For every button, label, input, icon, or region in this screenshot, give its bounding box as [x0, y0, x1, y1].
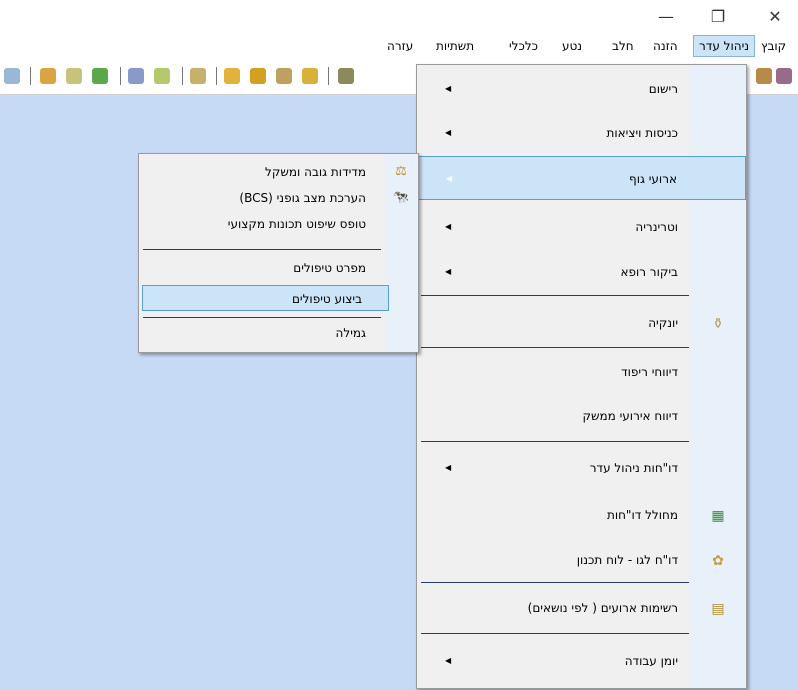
toolbar-separator	[216, 67, 217, 85]
menu-separator	[421, 295, 689, 296]
submenu-arrow-icon: ◀	[445, 84, 452, 93]
minimize-icon: —	[658, 7, 674, 26]
menu-item-label: דו"ח לגו - לוח תכנון	[576, 553, 678, 567]
building-icon[interactable]	[338, 68, 354, 84]
menu-feeding[interactable]: הזנה	[648, 36, 683, 56]
user-search-icon[interactable]	[250, 68, 266, 84]
molecule-icon[interactable]	[92, 68, 108, 84]
menu-item-label: ארועי גוף	[629, 172, 677, 186]
submenu-item-weaning[interactable]: גמילה	[139, 320, 418, 346]
menu-item-registration[interactable]: רישום ◀	[417, 67, 746, 111]
dog-icon[interactable]	[756, 68, 772, 84]
event-lists-icon: ▤	[711, 601, 725, 617]
menu-item-doctor-visit[interactable]: ביקור רופא ◀	[417, 250, 746, 294]
submenu-item-bcs[interactable]: הערכת מצב גופני (BCS) 🐄	[139, 185, 418, 211]
submenu-arrow-icon: ◀	[445, 656, 452, 665]
grid-icon[interactable]	[128, 68, 144, 84]
menu-item-bedding-reports[interactable]: דיווחי ריפוד	[417, 350, 746, 394]
toolbar-separator	[30, 67, 31, 85]
menu-item-label: מחולל דו"חות	[606, 508, 678, 522]
menu-separator	[421, 633, 689, 634]
restore-icon: ❐	[710, 7, 726, 26]
menu-item-label: ביקור רופא	[620, 265, 678, 279]
submenu-item-label: גמילה	[335, 326, 366, 340]
menu-herd-management[interactable]: ניהול עדר	[693, 35, 756, 57]
menu-plantation[interactable]: נטע	[557, 36, 587, 56]
menu-item-report-generator[interactable]: מחולל דו"חות ▦	[417, 493, 746, 537]
cow-icon: 🐄	[392, 190, 409, 205]
close-icon: ✕	[768, 7, 782, 26]
cow-face-icon[interactable]	[776, 68, 792, 84]
wheat-icon[interactable]	[302, 68, 318, 84]
menu-item-management-events-report[interactable]: דיווח אירועי ממשק	[417, 394, 746, 438]
menu-separator	[421, 347, 689, 348]
chart-grid-icon[interactable]	[154, 68, 170, 84]
wheat-chart-icon[interactable]	[190, 68, 206, 84]
menu-item-veterinary[interactable]: וטרינריה ◀	[417, 205, 746, 249]
toolbar-separator	[182, 67, 183, 85]
menu-item-label: רשימות ארועים ( לפי נושאים)	[527, 601, 678, 615]
menu-item-label: יונקיה	[648, 316, 678, 330]
scale-icon: ⚖	[395, 164, 407, 179]
tools-icon[interactable]	[40, 68, 56, 84]
submenu-item-perform-treatments[interactable]: ביצוע טיפולים	[142, 285, 389, 311]
menu-item-label: דיווח אירועי ממשק	[582, 409, 678, 423]
notepad-icon[interactable]	[66, 68, 82, 84]
menu-item-lego-planning[interactable]: דו"ח לגו - לוח תכנון ✿	[417, 538, 746, 582]
submenu-separator	[143, 317, 381, 318]
menu-item-entries-exits[interactable]: כניסות ויציאות ◀	[417, 111, 746, 155]
menu-item-body-events[interactable]: ארועי גוף ◀	[417, 156, 746, 200]
menu-item-label: וטרינריה	[635, 220, 678, 234]
submenu-arrow-icon: ◀	[445, 128, 452, 137]
submenu-item-judging-form[interactable]: טופס שיפוט תכונות מקצועי	[139, 211, 418, 237]
menu-file[interactable]: קובץ	[756, 36, 791, 56]
submenu-item-label: הערכת מצב גופני (BCS)	[239, 191, 366, 205]
submenu-item-label: מדידות גובה ומשקל	[265, 165, 366, 179]
submenu-arrow-icon: ◀	[446, 174, 453, 183]
submenu-item-treatment-spec[interactable]: מפרט טיפולים	[139, 255, 418, 281]
menu-separator	[421, 582, 689, 583]
herd-management-menu: רישום ◀ כניסות ויציאות ◀ ארועי גוף ◀ וטר…	[416, 64, 747, 689]
report-generator-icon: ▦	[711, 508, 725, 524]
menu-item-label: כניסות ויציאות	[606, 126, 678, 140]
menu-item-label: רישום	[648, 82, 678, 96]
menu-item-label: יומן עבודה	[624, 654, 678, 668]
menu-item-label: דו"חות ניהול עדר	[589, 461, 678, 475]
submenu-item-label: טופס שיפוט תכונות מקצועי	[227, 217, 366, 231]
restore-button[interactable]: ❐	[703, 6, 733, 28]
menu-help[interactable]: עזרה	[382, 36, 418, 56]
menu-item-herd-reports[interactable]: דו"חות ניהול עדר ◀	[417, 446, 746, 490]
layers-icon[interactable]	[224, 68, 240, 84]
jar-icon[interactable]	[276, 68, 292, 84]
submenu-arrow-icon: ◀	[445, 463, 452, 472]
submenu-item-label: ביצוע טיפולים	[291, 292, 362, 306]
toolbar-separator	[120, 67, 121, 85]
toolbar-separator	[328, 67, 329, 85]
body-events-submenu: מדידות גובה ומשקל ⚖ הערכת מצב גופני (BCS…	[138, 153, 419, 353]
submenu-arrow-icon: ◀	[445, 222, 452, 231]
close-button[interactable]: ✕	[760, 6, 790, 28]
menu-infrastructure[interactable]: תשתיות	[431, 36, 479, 56]
submenu-item-label: מפרט טיפולים	[293, 261, 366, 275]
title-bar: — ❐ ✕	[0, 0, 798, 34]
minimize-button[interactable]: —	[651, 6, 681, 28]
lego-planning-icon: ✿	[712, 553, 724, 569]
menu-item-event-lists[interactable]: רשימות ארועים ( לפי נושאים) ▤	[417, 586, 746, 630]
menu-item-work-diary[interactable]: יומן עבודה ◀	[417, 639, 746, 683]
submenu-arrow-icon: ◀	[445, 267, 452, 276]
menu-separator	[421, 441, 689, 442]
menu-economic[interactable]: כלכלי	[504, 36, 543, 56]
menu-item-label: דיווחי ריפוד	[621, 365, 678, 379]
help-icon[interactable]	[4, 68, 20, 84]
baby-bottle-icon: ⚱	[712, 316, 724, 332]
menu-item-nursery[interactable]: יונקיה ⚱	[417, 301, 746, 345]
submenu-item-height-weight[interactable]: מדידות גובה ומשקל ⚖	[139, 159, 418, 185]
menu-milk[interactable]: חלב	[607, 36, 639, 56]
submenu-separator	[143, 249, 381, 250]
menu-bar: קובץ ניהול עדר הזנה חלב נטע כלכלי תשתיות…	[0, 34, 798, 58]
